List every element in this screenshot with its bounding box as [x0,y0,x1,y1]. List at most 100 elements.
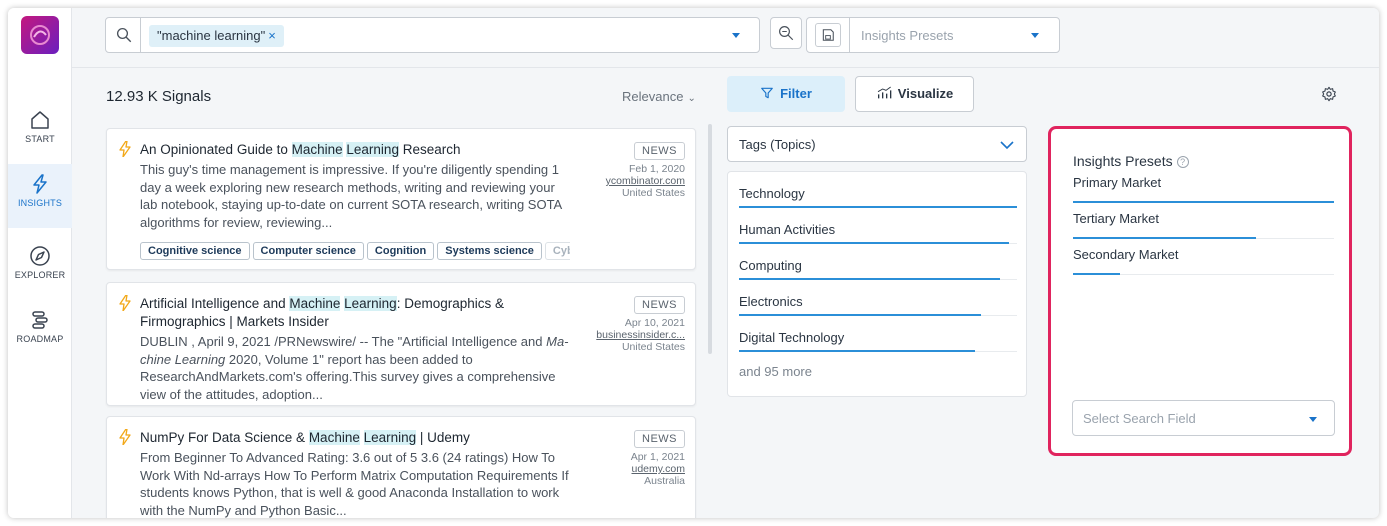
zoom-in-icon [779,26,794,41]
sidebar-item-label: INSIGHTS [17,198,63,208]
signal-title[interactable]: Artificial Intelligence and Machine Lear… [140,295,540,331]
title-text: NumPy For Data Science & [140,430,309,445]
chart-icon [877,86,892,99]
preset-item[interactable]: Secondary Market [1073,239,1334,275]
tag-chip[interactable]: Cognition [366,242,435,260]
insights-presets-dropdown[interactable]: Insights Presets [806,17,1060,53]
signal-location: United States [621,341,685,353]
signal-snippet: From Beginner To Advanced Rating: 3.6 ou… [140,450,569,518]
topic-item[interactable]: Technology [739,172,1017,208]
chevron-down-icon: ⌄ [687,93,696,104]
topic-item[interactable]: Human Activities [739,208,1017,244]
signal-date: Apr 1, 2021 [630,451,685,463]
signal-meta: NEWS Apr 1, 2021 udemy.com Australia [575,429,685,487]
type-badge: NEWS [634,296,685,314]
tags-topics-dropdown[interactable]: Tags (Topics) [727,126,1027,162]
signal-title[interactable]: NumPy For Data Science & Machine Learnin… [140,429,550,447]
preset-label: Secondary Market [1073,247,1179,262]
select-search-field[interactable]: Select Search Field [1072,400,1335,436]
title-text: An Opinionated Guide to [140,142,292,157]
title-text: Artificial Intelligence and [140,296,290,311]
search-dropdown-caret-icon[interactable] [732,33,740,38]
signal-snippet: DUBLIN , April 9, 2021 /PRNewswire/ -- T… [140,333,570,403]
save-preset-button[interactable] [815,23,841,47]
zoom-search-button[interactable] [770,17,802,49]
sidebar-item-roadmap[interactable]: ROADMAP [8,300,72,364]
type-badge: NEWS [634,430,685,448]
topic-label: Technology [739,186,805,201]
select-placeholder: Select Search Field [1083,411,1196,426]
sidebar-item-insights[interactable]: INSIGHTS [8,164,72,228]
signal-card[interactable]: NumPy For Data Science & Machine Learnin… [106,416,696,518]
signal-meta: NEWS Apr 10, 2021 businessinsider.c... U… [575,295,685,353]
title-text: | Udemy [416,430,470,445]
source-link[interactable]: businessinsider.c... [575,329,685,341]
topic-bar [739,350,976,352]
sidebar-item-label: EXPLORER [14,270,66,280]
sidebar-item-label: START [25,134,55,144]
signal-card[interactable]: An Opinionated Guide to Machine Learning… [106,128,696,270]
app-window: START INSIGHTS EXPLORER ROADMAP "machine… [8,8,1379,518]
search-button[interactable] [106,18,141,52]
sort-label: Relevance [622,89,684,104]
gear-icon[interactable] [1321,86,1337,102]
signal-title[interactable]: An Opinionated Guide to Machine Learning… [140,141,550,159]
more-topics-link[interactable]: and 95 more [739,364,812,379]
chevron-down-icon [1031,33,1039,38]
sidebar: START INSIGHTS EXPLORER ROADMAP [8,8,72,518]
compass-icon [30,246,50,266]
preset-label: Primary Market [1073,175,1162,190]
visualize-label: Visualize [897,86,954,101]
chevron-down-icon [1309,417,1317,422]
preset-item[interactable]: Tertiary Market [1073,203,1334,239]
logo-mark-icon [30,25,50,45]
tag-chip[interactable]: Systems science [437,242,542,260]
source-link[interactable]: udemy.com [575,463,686,475]
signal-location: Australia [644,475,685,487]
sort-dropdown[interactable]: Relevance ⌄ [622,89,696,104]
highlight: Learning [363,430,417,445]
signal-snippet: This guy's time management is impressive… [140,162,562,230]
topic-item[interactable]: Electronics [739,280,1017,316]
results-scrollbar[interactable] [708,124,712,354]
search-input[interactable]: "machine learning" × [105,17,760,53]
topic-item[interactable]: Computing [739,244,1017,280]
chip-remove-icon[interactable]: × [268,28,276,43]
filter-button[interactable]: Filter [727,76,845,112]
sidebar-item-start[interactable]: START [8,100,72,164]
tag-chip[interactable]: Computer science [252,242,364,260]
bolt-icon [33,174,47,194]
tags-dropdown-label: Tags (Topics) [739,137,816,152]
highlight: Machine [291,142,343,157]
topic-item[interactable]: Digital Technology [739,316,1017,352]
search-chip[interactable]: "machine learning" × [149,25,284,47]
visualize-button[interactable]: Visualize [855,76,974,112]
signal-meta: NEWS Feb 1, 2020 ycombinator.com United … [575,141,685,199]
highlight: Machine [308,430,360,445]
highlight: Machine [289,296,341,311]
save-icon [822,29,834,41]
signal-card[interactable]: Artificial Intelligence and Machine Lear… [106,282,696,406]
preset-label: Tertiary Market [1073,211,1159,226]
sidebar-item-explorer[interactable]: EXPLORER [8,236,72,300]
search-icon [116,27,132,43]
signals-count: 12.93 K Signals [106,88,212,105]
app-logo[interactable] [21,16,59,54]
topic-label: Human Activities [739,222,836,237]
source-link[interactable]: ycombinator.com [575,175,685,187]
tags-list: Technology Human Activities Computing El… [727,171,1027,397]
divider [849,18,850,52]
tag-chip[interactable]: Cognitive science [140,242,250,260]
bolt-icon [119,429,131,445]
topic-label: Computing [739,258,802,273]
filter-label: Filter [780,86,812,101]
topic-label: Digital Technology [739,330,845,345]
preset-item[interactable]: Primary Market [1073,167,1334,203]
preset-bar [1073,273,1120,275]
roadmap-icon [32,311,48,329]
signal-location: United States [621,187,685,199]
topic-label: Electronics [739,294,803,309]
top-bar: "machine learning" × Insights Presets [72,8,1379,68]
tag-chip[interactable]: Cyber [544,242,570,260]
title-text: Research [398,142,461,157]
